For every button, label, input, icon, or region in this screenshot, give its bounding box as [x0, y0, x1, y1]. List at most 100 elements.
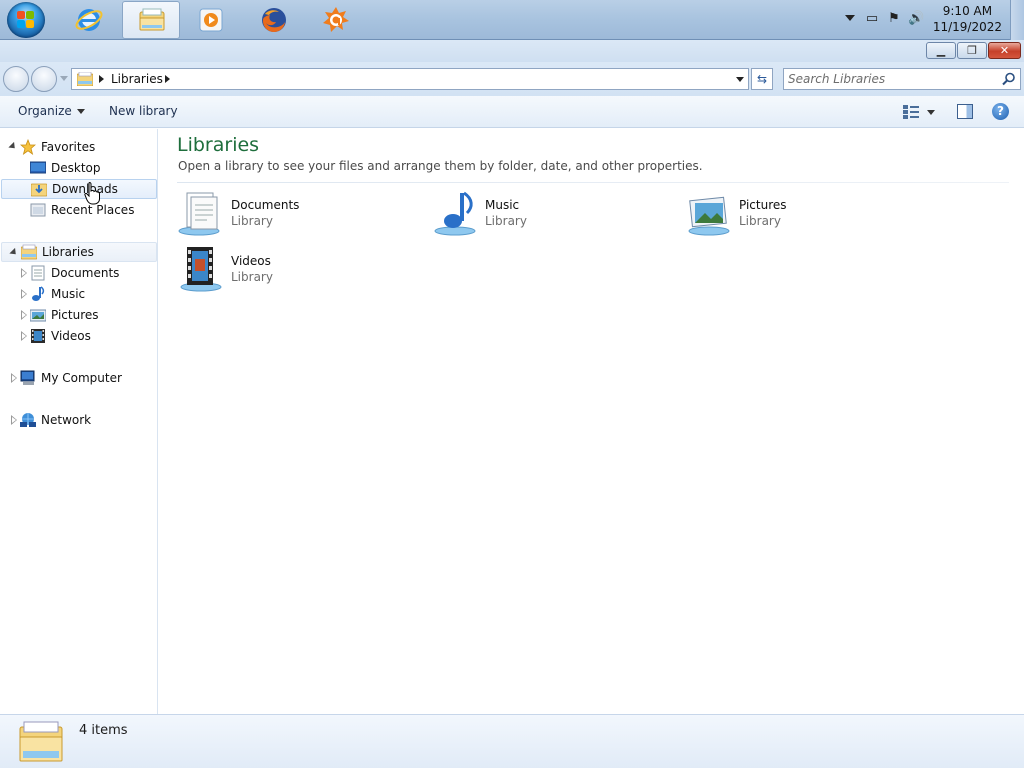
taskbar-windows-explorer[interactable] — [122, 1, 180, 39]
volume-icon[interactable]: 🔊 — [908, 11, 924, 27]
music-icon — [32, 286, 45, 301]
taskbar-media-player[interactable] — [182, 1, 240, 39]
taskbar-avast[interactable] — [307, 1, 365, 39]
avast-icon — [323, 7, 349, 32]
tree-desktop[interactable]: Desktop — [0, 158, 157, 178]
back-button[interactable] — [3, 66, 29, 92]
tree-recent-places[interactable]: Recent Places — [0, 200, 157, 220]
search-box[interactable] — [783, 68, 1021, 90]
expand-arrow-icon[interactable] — [11, 373, 17, 383]
network-icon — [20, 413, 36, 427]
search-input[interactable] — [788, 71, 998, 87]
organize-button[interactable]: Organize — [18, 104, 85, 118]
collapse-arrow-icon[interactable] — [8, 141, 18, 152]
library-pictures[interactable]: Pictures Library — [685, 189, 935, 241]
status-bar: 4 items — [0, 714, 1024, 768]
tree-favorites[interactable]: Favorites — [0, 137, 157, 157]
desktop-icon — [30, 161, 46, 174]
tree-documents[interactable]: Documents — [0, 263, 157, 283]
expand-arrow-icon[interactable] — [21, 331, 27, 341]
music-library-icon — [434, 191, 476, 236]
recent-places-icon — [30, 203, 46, 217]
recent-pages-dropdown[interactable] — [60, 76, 68, 81]
computer-icon — [20, 370, 35, 385]
library-name: Documents — [231, 198, 300, 212]
tree-pictures[interactable]: Pictures — [0, 305, 157, 325]
internet-explorer-icon — [75, 9, 103, 31]
minimize-button[interactable]: ▁ — [926, 42, 956, 59]
tree-network[interactable]: Network — [0, 410, 157, 430]
tree-network-label: Network — [41, 413, 92, 427]
tree-documents-label: Documents — [51, 266, 120, 280]
change-view-icon[interactable] — [903, 105, 919, 119]
show-hidden-icons-icon[interactable] — [845, 15, 855, 21]
action-center-flag-icon[interactable]: ⚑ — [886, 11, 902, 27]
taskbar-internet-explorer[interactable] — [60, 1, 118, 39]
library-type: Library — [739, 214, 781, 228]
downloads-folder-icon — [31, 183, 47, 197]
tree-desktop-label: Desktop — [51, 161, 101, 175]
library-name: Music — [485, 198, 520, 212]
refresh-button[interactable]: ⇆ — [751, 68, 773, 90]
breadcrumb-libraries[interactable]: Libraries — [111, 72, 163, 86]
library-videos[interactable]: Videos Library — [177, 245, 427, 297]
taskbar-firefox[interactable] — [245, 1, 303, 39]
window-titlebar[interactable]: ▁ ❐ ✕ — [0, 40, 1024, 62]
tree-downloads[interactable]: Downloads — [1, 179, 157, 199]
tree-my-computer-label: My Computer — [41, 371, 122, 385]
expand-arrow-icon[interactable] — [21, 289, 27, 299]
new-library-button[interactable]: New library — [109, 104, 178, 118]
address-bar[interactable]: Libraries — [71, 68, 749, 90]
search-icon[interactable] — [1002, 72, 1016, 86]
chevron-down-icon — [76, 109, 85, 114]
taskbar: ▭ ⚑ 🔊 9:10 AM 11/19/2022 — [0, 0, 1024, 40]
libraries-folder-icon — [77, 72, 93, 86]
tree-music[interactable]: Music — [0, 284, 157, 304]
library-type: Library — [231, 270, 273, 284]
show-desktop-button[interactable] — [1010, 0, 1024, 40]
restore-button[interactable]: ❐ — [957, 42, 987, 59]
pictures-icon — [30, 309, 46, 322]
documents-library-icon — [178, 192, 220, 236]
windows-explorer-icon — [139, 8, 165, 31]
view-options-dropdown[interactable] — [927, 110, 935, 115]
library-name: Pictures — [739, 198, 787, 212]
breadcrumb-arrow-icon[interactable] — [165, 75, 170, 83]
library-type: Library — [231, 214, 273, 228]
collapse-arrow-icon[interactable] — [9, 247, 19, 258]
expand-arrow-icon[interactable] — [21, 310, 27, 320]
videos-library-icon — [180, 247, 222, 292]
tree-favorites-label: Favorites — [41, 140, 96, 154]
breadcrumb-root-arrow-icon[interactable] — [99, 75, 104, 83]
content-area: Libraries Open a library to see your fil… — [159, 129, 1024, 714]
libraries-folder-icon — [19, 721, 63, 762]
library-documents[interactable]: Documents Library — [177, 189, 427, 241]
organize-label: Organize — [18, 104, 72, 118]
system-tray: ▭ ⚑ 🔊 9:10 AM 11/19/2022 — [839, 0, 1024, 40]
navigation-pane: Favorites Desktop Downloads Recent Place… — [0, 129, 158, 714]
item-count: 4 items — [79, 723, 128, 738]
help-icon[interactable]: ? — [992, 103, 1009, 120]
tree-videos[interactable]: Videos — [0, 326, 157, 346]
library-name: Videos — [231, 254, 271, 268]
tree-videos-label: Videos — [51, 329, 91, 343]
tree-my-computer[interactable]: My Computer — [0, 368, 157, 388]
address-history-dropdown[interactable] — [736, 77, 744, 82]
library-music[interactable]: Music Library — [431, 189, 681, 241]
forward-button[interactable] — [31, 66, 57, 92]
expand-arrow-icon[interactable] — [21, 268, 27, 278]
firefox-icon — [262, 8, 286, 33]
command-bar: Organize New library ? — [0, 96, 1024, 128]
clock[interactable]: 9:10 AM 11/19/2022 — [933, 3, 1002, 35]
network-status-icon[interactable]: ▭ — [864, 11, 880, 27]
windows-logo-icon — [17, 11, 35, 29]
clock-date: 11/19/2022 — [932, 20, 1002, 34]
tree-libraries[interactable]: Libraries — [1, 242, 157, 262]
start-button[interactable] — [7, 2, 45, 38]
clock-time: 9:10 AM — [942, 4, 993, 18]
preview-pane-icon[interactable] — [957, 104, 973, 119]
page-description: Open a library to see your files and arr… — [178, 159, 703, 173]
close-button[interactable]: ✕ — [988, 42, 1021, 59]
expand-arrow-icon[interactable] — [11, 415, 17, 425]
videos-icon — [31, 329, 45, 343]
